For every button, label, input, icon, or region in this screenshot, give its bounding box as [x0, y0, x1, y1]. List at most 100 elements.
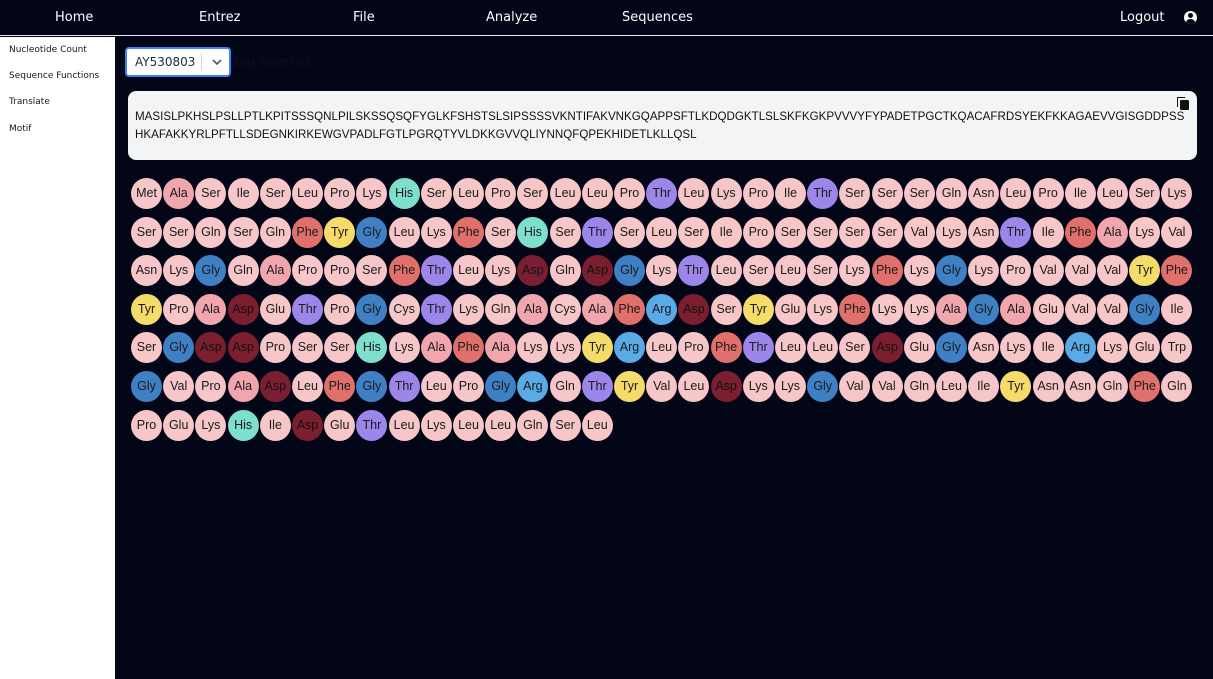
amino-acid-bubble: Leu	[646, 332, 678, 364]
amino-acid-bubble: Asp	[678, 293, 710, 325]
amino-acid-bubble: Met	[131, 178, 162, 209]
nav-home[interactable]: Home	[55, 0, 93, 36]
amino-acid-bubble: Asn	[1064, 371, 1096, 402]
amino-acid-bubble: Leu	[1097, 178, 1128, 209]
amino-acid-bubble: Lys	[517, 332, 549, 364]
nav-entrez[interactable]: Entrez	[199, 0, 240, 36]
amino-acid-bubble: Cys	[388, 293, 420, 325]
amino-acid-bubble: Ser	[775, 216, 806, 248]
amino-acid-bubble: Ser	[839, 178, 871, 209]
amino-acid-bubble: Ile	[1032, 216, 1064, 248]
amino-acid-bubble: Arg	[517, 371, 549, 402]
amino-acid-bubble: Thr	[388, 371, 420, 402]
amino-acid-bubble: Leu	[453, 255, 484, 287]
amino-acid-bubble: Phe	[1129, 371, 1161, 402]
amino-acid-bubble: Lys	[903, 255, 935, 287]
amino-acid-bubble: Lys	[453, 293, 484, 325]
amino-acid-bubble: Gln	[936, 178, 967, 209]
selection-status: seq selected	[234, 55, 310, 69]
nav-sequences[interactable]: Sequences	[622, 0, 693, 36]
amino-acid-bubble: Phe	[453, 332, 484, 364]
sidebar-item-motif[interactable]: Motif	[9, 124, 31, 134]
amino-acid-bubble: Ala	[517, 293, 549, 325]
sequence-select-value: AY530803	[135, 55, 196, 69]
amino-acid-bubble: Ala	[1000, 293, 1032, 325]
amino-acid-bubble: Ser	[324, 332, 356, 364]
amino-acid-bubble: Leu	[292, 178, 323, 209]
sequence-select[interactable]: AY530803	[125, 47, 231, 77]
sidebar-item-sequence-functions[interactable]: Sequence Functions	[9, 71, 99, 81]
amino-acid-bubble: Pro	[324, 255, 356, 287]
copy-icon[interactable]	[1177, 97, 1189, 110]
amino-acid-bubble: Arg	[1064, 332, 1096, 364]
amino-acid-bubble: Glu	[1032, 293, 1064, 325]
amino-acid-bubble: Asp	[195, 332, 227, 364]
amino-acid-bubble: Phe	[453, 216, 484, 248]
amino-acid-bubble: Lys	[1129, 216, 1161, 248]
amino-acid-bubble: Ile	[259, 409, 291, 441]
amino-acid-bubble: Ala	[195, 293, 227, 325]
amino-acid-bubble: Leu	[936, 371, 967, 402]
amino-acid-bubble: Thr	[807, 178, 839, 209]
nav-file[interactable]: File	[353, 0, 375, 36]
amino-acid-bubble: Gln	[195, 216, 227, 248]
amino-acid-bubble: His	[517, 216, 549, 248]
amino-acid-bubble: Thr	[678, 255, 710, 287]
nav-analyze[interactable]: Analyze	[486, 0, 537, 36]
user-circle-icon[interactable]	[1184, 11, 1197, 24]
amino-acid-bubble: Lys	[356, 178, 388, 209]
amino-acid-bubble: Phe	[1161, 255, 1193, 287]
chevron-down-icon[interactable]	[211, 57, 223, 67]
amino-acid-bubble: Pro	[163, 293, 195, 325]
nav-logout[interactable]: Logout	[1120, 0, 1165, 36]
amino-acid-bubble: Leu	[775, 332, 806, 364]
amino-acid-bubble: Lys	[163, 255, 195, 287]
amino-acid-bubble: Ala	[420, 332, 452, 364]
amino-acid-bubble: Val	[839, 371, 871, 402]
amino-acid-bubble: Lys	[1161, 178, 1193, 209]
amino-acid-bubble: Asn	[131, 255, 162, 287]
amino-acid-bubble: Arg	[614, 332, 645, 364]
amino-acid-bubble: Pro	[1000, 255, 1032, 287]
amino-acid-bubble: Val	[1097, 293, 1128, 325]
sidebar-item-nucleotide-count[interactable]: Nucleotide Count	[9, 45, 87, 55]
amino-acid-bubble: Lys	[968, 255, 1000, 287]
amino-acid-bubble: Leu	[453, 409, 484, 441]
sidebar-item-translate[interactable]: Translate	[9, 97, 50, 107]
amino-acid-bubble: Leu	[549, 178, 581, 209]
amino-acid-bubble: Asp	[871, 332, 903, 364]
amino-acid-bubble: Ile	[968, 371, 1000, 402]
amino-acid-bubble: Lys	[903, 293, 935, 325]
amino-acid-bubble: Gly	[195, 255, 227, 287]
amino-acid-bubble: His	[227, 409, 259, 441]
amino-acid-bubble: Leu	[678, 178, 710, 209]
amino-acid-bubble: Tyr	[1129, 255, 1161, 287]
amino-acid-bubble: Gly	[485, 371, 517, 402]
amino-acid-bubble: Gln	[903, 371, 935, 402]
amino-acid-bubble: Val	[646, 371, 678, 402]
amino-acid-bubble: Ser	[163, 216, 195, 248]
select-separator	[201, 54, 202, 70]
amino-acid-bubble: Ser	[227, 216, 259, 248]
amino-acid-bubble: Asp	[227, 332, 259, 364]
amino-acid-bubble: Thr	[646, 178, 678, 209]
amino-acid-bubble: Thr	[292, 293, 323, 325]
amino-acid-bubble: Ser	[807, 255, 839, 287]
amino-acid-bubble: Ile	[1064, 178, 1096, 209]
amino-acid-bubble: Asp	[227, 293, 259, 325]
amino-acid-bubble: Ser	[292, 332, 323, 364]
amino-acid-bubble: Pro	[453, 371, 484, 402]
amino-acid-bubble: Gly	[356, 216, 388, 248]
amino-acid-bubble: Ser	[356, 255, 388, 287]
amino-acid-bubble: Leu	[581, 409, 613, 441]
amino-acid-bubble: Arg	[646, 293, 678, 325]
amino-acid-bubble: Lys	[936, 216, 967, 248]
amino-acid-bubble: Glu	[775, 293, 806, 325]
amino-acid-bubble: Gly	[356, 293, 388, 325]
amino-acid-bubble: Lys	[871, 293, 903, 325]
amino-acid-bubble: Lys	[388, 332, 420, 364]
amino-acid-bubble: Gln	[517, 409, 549, 441]
amino-acid-bubble: Asp	[710, 371, 742, 402]
amino-acid-bubble: Phe	[839, 293, 871, 325]
amino-acid-bubble: Gly	[807, 371, 839, 402]
